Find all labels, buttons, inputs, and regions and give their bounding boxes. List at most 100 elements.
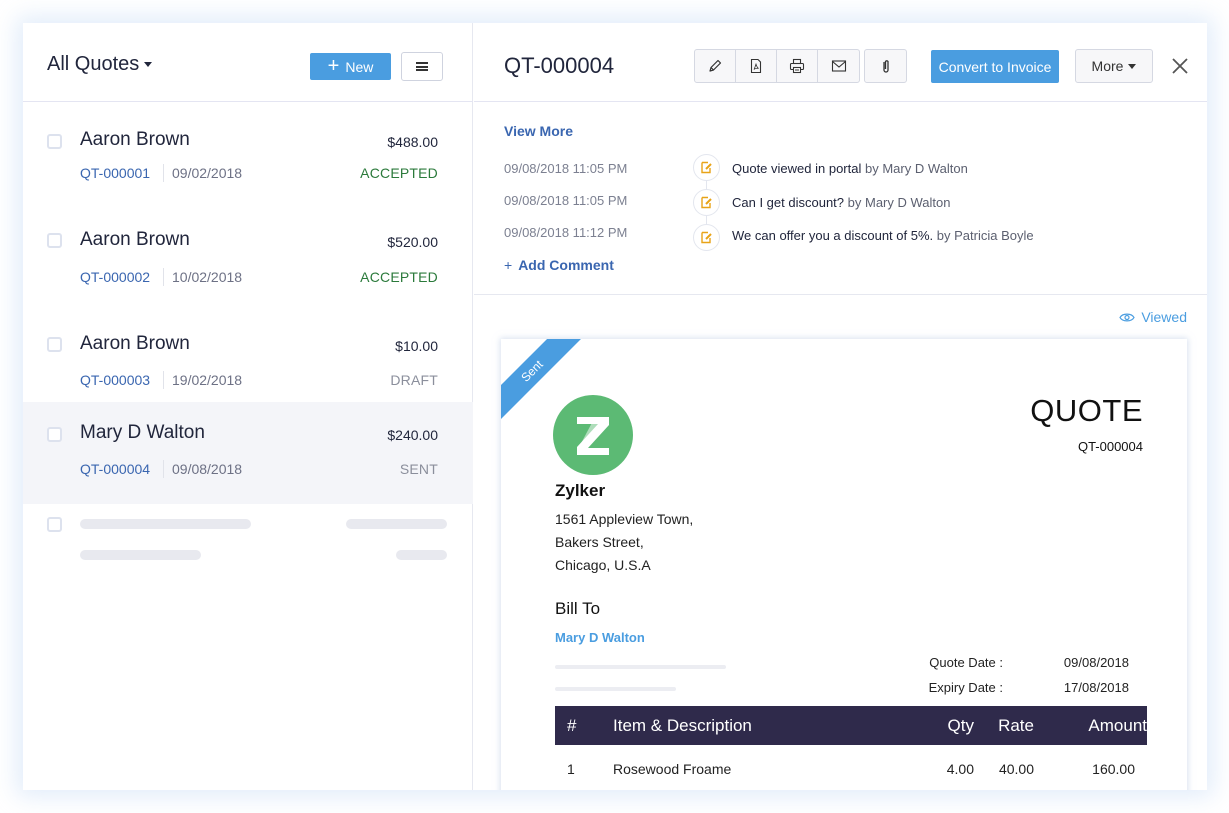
- row-checkbox[interactable]: [47, 337, 62, 352]
- new-quote-button[interactable]: + New: [310, 53, 391, 80]
- status-badge: SENT: [399, 461, 438, 477]
- viewed-label: Viewed: [1141, 309, 1187, 325]
- close-button[interactable]: [1169, 55, 1191, 77]
- column-header: Rate: [998, 715, 1034, 735]
- quote-list-item[interactable]: Aaron Brown $520.00 QT-000002 10/02/2018…: [23, 203, 473, 307]
- quote-date: 10/02/2018: [172, 269, 243, 285]
- list-menu-button[interactable]: [401, 52, 443, 81]
- history-text: Can I get discount?: [732, 195, 845, 210]
- row-checkbox: [47, 517, 62, 532]
- email-icon: [831, 60, 846, 72]
- page-title: QT-000004: [504, 53, 615, 78]
- quote-number[interactable]: QT-000002: [80, 269, 150, 285]
- edit-pencil-icon: [709, 59, 722, 72]
- divider: [163, 460, 164, 478]
- history-text: Quote viewed in portal: [732, 161, 862, 176]
- history-entry: Quote viewed in portal by Mary D Walton: [732, 161, 968, 176]
- more-button-label: More: [1091, 58, 1124, 74]
- column-header: Qty: [947, 715, 974, 735]
- history-entry: Can I get discount? by Mary D Walton: [732, 195, 950, 210]
- attachment-icon: [882, 60, 889, 73]
- divider: [163, 164, 164, 182]
- new-button-label: New: [345, 58, 374, 75]
- quote-amount: $488.00: [387, 134, 438, 150]
- quote-list-panel: All Quotes + New Aaron Brown $488.00 QT-…: [23, 23, 473, 790]
- skeleton-bar: [346, 519, 447, 529]
- status-badge: ACCEPTED: [360, 269, 438, 285]
- pdf-icon: [750, 58, 762, 74]
- section-divider: [474, 294, 1207, 295]
- quote-amount: $10.00: [395, 338, 438, 354]
- quote-detail-panel: QT-000004 Convert to Invoice More View M…: [474, 23, 1207, 790]
- column-header: Amount: [1088, 715, 1147, 735]
- row-checkbox[interactable]: [47, 233, 62, 248]
- history-timestamp: 09/08/2018 11:05 PM: [504, 161, 628, 176]
- add-comment-label: Add Comment: [518, 257, 614, 273]
- quote-number[interactable]: QT-000003: [80, 372, 150, 388]
- quote-date-label: Quote Date :: [929, 655, 1003, 670]
- quote-number[interactable]: QT-000001: [80, 165, 150, 181]
- customer-name: Aaron Brown: [80, 229, 190, 250]
- history-timestamp: 09/08/2018 11:12 PM: [504, 225, 628, 240]
- document-number: QT-000004: [1077, 439, 1143, 454]
- quote-amount: $240.00: [387, 427, 438, 443]
- column-header: Item & Description: [613, 715, 752, 735]
- status-badge: DRAFT: [390, 372, 438, 388]
- quote-list-item[interactable]: Aaron Brown $10.00 QT-000003 19/02/2018 …: [23, 307, 473, 402]
- convert-to-invoice-button[interactable]: Convert to Invoice: [931, 50, 1059, 83]
- quote-date: 19/02/2018: [172, 372, 243, 388]
- quote-amount: $520.00: [387, 234, 438, 250]
- bill-to-customer-link[interactable]: Mary D Walton: [555, 630, 645, 645]
- view-more-link[interactable]: View More: [504, 123, 573, 139]
- note-edit-icon: [693, 154, 720, 181]
- item-rate: 40.00: [998, 761, 1034, 777]
- quote-document-preview: Sent Zylker 1561 Appleview Town, Bakers …: [501, 339, 1187, 790]
- quote-list-item[interactable]: Aaron Brown $488.00 QT-000001 09/02/2018…: [23, 103, 473, 203]
- table-row: 1 Rosewood Froame 4.00 40.00 160.00: [555, 749, 1147, 789]
- hamburger-menu-icon: [416, 62, 428, 71]
- email-button[interactable]: [818, 50, 859, 82]
- column-header: #: [567, 715, 577, 735]
- chevron-down-icon: [144, 62, 153, 68]
- row-number: 1: [567, 761, 575, 777]
- status-badge: ACCEPTED: [360, 165, 438, 181]
- company-address-line: Bakers Street,: [555, 534, 644, 550]
- document-type-title: QUOTE: [1030, 393, 1143, 428]
- list-header: All Quotes + New: [23, 23, 473, 102]
- close-icon: [1172, 58, 1188, 74]
- skeleton-bar: [396, 550, 447, 560]
- item-description: Rosewood Froame: [613, 761, 732, 777]
- skeleton-bar: [80, 550, 201, 560]
- items-table-header: # Item & Description Qty Rate Amount: [555, 706, 1147, 745]
- row-checkbox[interactable]: [47, 427, 62, 442]
- company-logo: [553, 395, 633, 475]
- detail-header: QT-000004 Convert to Invoice More: [474, 23, 1207, 102]
- attach-button[interactable]: [864, 49, 907, 83]
- company-name: Zylker: [555, 481, 606, 500]
- add-comment-link[interactable]: + Add Comment: [504, 257, 614, 273]
- history-timestamp: 09/08/2018 11:05 PM: [504, 193, 628, 208]
- item-qty: 4.00: [946, 761, 974, 777]
- pdf-button[interactable]: [736, 50, 777, 82]
- note-edit-icon: [693, 224, 720, 251]
- skeleton-bar: [80, 519, 251, 529]
- quote-date: 09/08/2018: [172, 461, 243, 477]
- quote-number[interactable]: QT-000004: [80, 461, 150, 477]
- action-button-group: [694, 49, 860, 83]
- more-dropdown-button[interactable]: More: [1075, 49, 1153, 83]
- company-address-line: 1561 Appleview Town,: [555, 511, 694, 527]
- expiry-date-label: Expiry Date :: [928, 680, 1003, 695]
- bill-to-label: Bill To: [555, 599, 601, 618]
- viewed-indicator: Viewed: [1119, 309, 1187, 325]
- edit-button[interactable]: [695, 50, 736, 82]
- row-checkbox[interactable]: [47, 134, 62, 149]
- history-entry: We can offer you a discount of 5%. by Pa…: [732, 228, 1034, 243]
- history-author: by Mary D Walton: [864, 161, 968, 176]
- customer-name: Mary D Walton: [80, 422, 205, 443]
- quote-list-item-selected[interactable]: Mary D Walton $240.00 QT-000004 09/08/20…: [23, 402, 473, 504]
- view-title: All Quotes: [47, 53, 140, 75]
- expiry-date-value: 17/08/2018: [1063, 680, 1129, 695]
- view-selector-dropdown[interactable]: All Quotes: [47, 53, 153, 76]
- plus-icon: +: [504, 257, 513, 273]
- print-button[interactable]: [777, 50, 818, 82]
